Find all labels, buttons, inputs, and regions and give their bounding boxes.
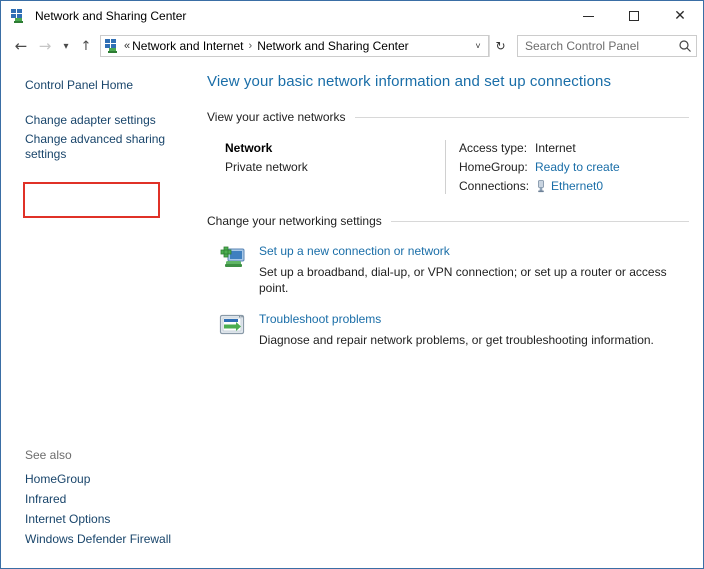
highlight-rectangle: [23, 182, 160, 218]
set-up-new-connection-link[interactable]: Set up a new connection or network: [259, 243, 450, 259]
network-type: Private network: [225, 160, 308, 174]
troubleshoot-problems-description: Diagnose and repair network problems, or…: [259, 333, 654, 347]
networking-settings-section-header: Change your networking settings: [197, 214, 689, 228]
sidebar-item-change-adapter-settings[interactable]: Change adapter settings: [1, 110, 187, 130]
access-type-label: Access type:: [459, 141, 528, 155]
minimize-button[interactable]: [565, 1, 611, 31]
task-troubleshoot-problems[interactable]: Troubleshoot problems Diagnose and repai…: [197, 310, 689, 348]
connections-row: Ethernet0: [535, 178, 620, 194]
recent-locations-chevron-icon[interactable]: ▾: [57, 34, 75, 58]
homegroup-link[interactable]: Ready to create: [535, 159, 620, 175]
window-title: Network and Sharing Center: [35, 8, 187, 23]
homegroup-label: HomeGroup:: [459, 160, 528, 174]
active-networks-section-header: View your active networks: [197, 110, 689, 124]
back-arrow-icon[interactable]: ←: [9, 34, 33, 58]
networking-settings-title: Change your networking settings: [207, 214, 382, 228]
breadcrumb-item-network-and-internet[interactable]: Network and Internet: [132, 39, 243, 53]
refresh-icon[interactable]: ↻: [489, 35, 511, 57]
up-arrow-icon[interactable]: ↑: [75, 34, 97, 58]
maximize-icon: [629, 11, 639, 21]
address-bar[interactable]: « Network and Internet › Network and Sha…: [100, 35, 489, 57]
content-area: Control Panel Home Change adapter settin…: [1, 61, 703, 568]
new-connection-icon: [217, 243, 247, 273]
network-and-sharing-center-window: Network and Sharing Center ✕ ← → ▾ ↑ « N…: [0, 0, 704, 569]
network-icon: [10, 8, 26, 24]
section-divider: [354, 116, 689, 118]
see-also-item-windows-defender-firewall[interactable]: Windows Defender Firewall: [1, 529, 187, 549]
breadcrumb-overflow-chevrons[interactable]: «: [124, 40, 130, 52]
address-bar-row: ← → ▾ ↑ « Network and Internet › Network…: [1, 31, 703, 61]
see-also-item-internet-options[interactable]: Internet Options: [1, 509, 187, 529]
breadcrumb-item-network-and-sharing-center[interactable]: Network and Sharing Center: [257, 39, 408, 53]
access-type-value: Internet: [535, 141, 576, 155]
sidebar-item-control-panel-home[interactable]: Control Panel Home: [1, 75, 187, 95]
set-up-new-connection-description: Set up a broadband, dial-up, or VPN conn…: [259, 265, 667, 295]
search-input[interactable]: [518, 39, 674, 53]
active-networks-title: View your active networks: [207, 110, 346, 124]
connections-label: Connections:: [459, 179, 530, 193]
page-title: View your basic network information and …: [207, 73, 612, 90]
forward-arrow-icon[interactable]: →: [33, 34, 57, 58]
ethernet-icon: [535, 179, 547, 193]
breadcrumb: « Network and Internet › Network and Sha…: [124, 39, 468, 53]
section-divider: [390, 220, 689, 222]
search-box[interactable]: [517, 35, 697, 57]
sidebar: Control Panel Home Change adapter settin…: [1, 61, 187, 568]
connections-link[interactable]: Ethernet0: [551, 178, 603, 194]
network-identity: Network Private network: [225, 140, 445, 194]
see-also-item-homegroup[interactable]: HomeGroup: [1, 469, 187, 489]
task-set-up-new-connection[interactable]: Set up a new connection or network Set u…: [197, 242, 689, 296]
close-icon: ✕: [674, 8, 686, 24]
window-controls: ✕: [565, 1, 703, 31]
maximize-button[interactable]: [611, 1, 657, 31]
troubleshoot-problems-link[interactable]: Troubleshoot problems: [259, 311, 381, 327]
see-also-title: See also: [25, 448, 72, 462]
search-icon[interactable]: [674, 36, 696, 56]
troubleshoot-icon: [217, 311, 247, 341]
task-text-block: Troubleshoot problems Diagnose and repai…: [259, 310, 654, 348]
close-button[interactable]: ✕: [657, 1, 703, 31]
network-name: Network: [225, 141, 273, 155]
network-details: Access type: Internet HomeGroup: Ready t…: [445, 140, 620, 194]
active-network-entry: Network Private network Access type: Int…: [197, 140, 689, 194]
minimize-icon: [582, 15, 594, 17]
main-pane: View your basic network information and …: [187, 61, 703, 568]
see-also-section: See also HomeGroup Infrared Internet Opt…: [1, 448, 187, 549]
chevron-down-icon[interactable]: ˅: [468, 41, 488, 51]
breadcrumb-separator[interactable]: ›: [249, 40, 253, 52]
sidebar-item-change-advanced-sharing-settings[interactable]: Change advanced sharing settings: [1, 130, 187, 164]
task-text-block: Set up a new connection or network Set u…: [259, 242, 689, 296]
network-icon: [104, 38, 120, 54]
see-also-item-infrared[interactable]: Infrared: [1, 489, 187, 509]
title-bar: Network and Sharing Center ✕: [1, 1, 703, 31]
